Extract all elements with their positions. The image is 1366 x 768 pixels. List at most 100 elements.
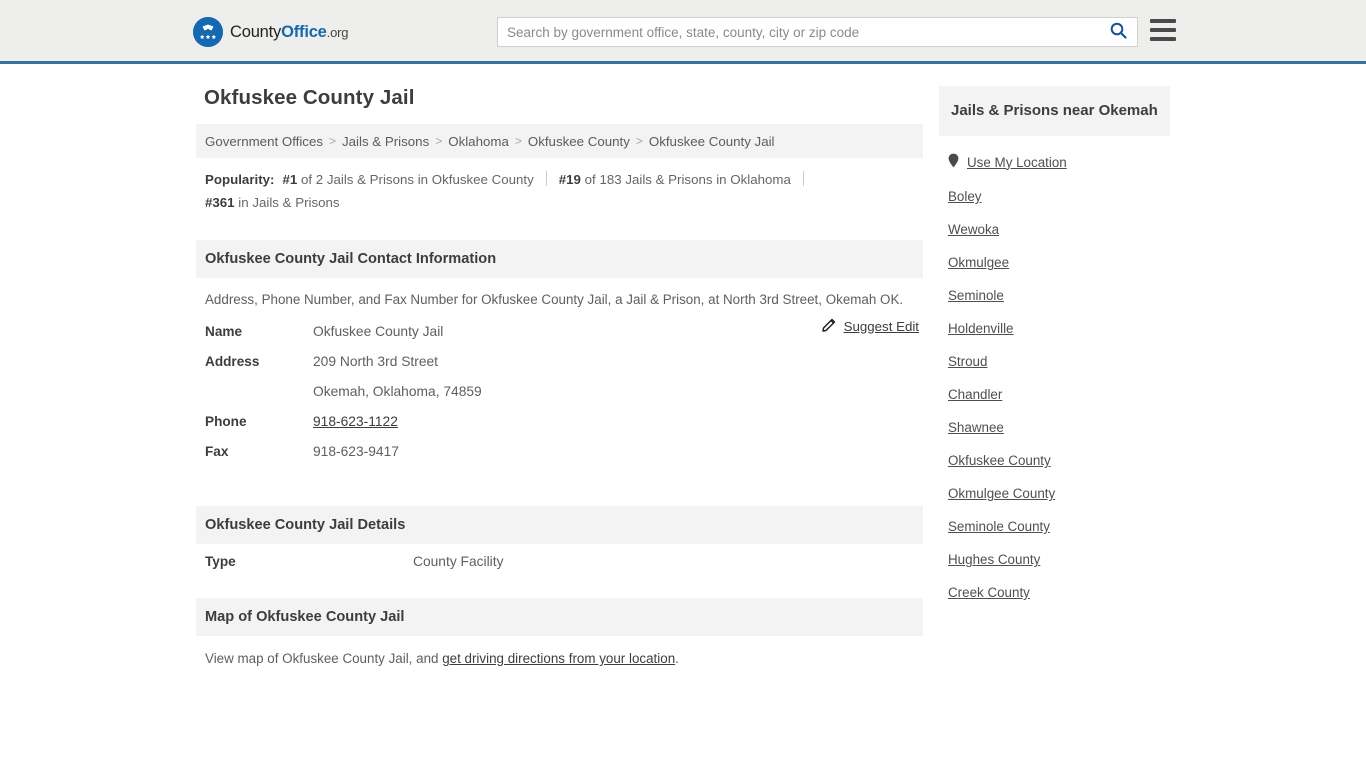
popularity-bar: Popularity: #1 of 2 Jails & Prisons in Ok… bbox=[196, 158, 923, 222]
site-logo[interactable]: CountyOffice.org bbox=[193, 17, 348, 47]
popularity-rank-1: #19 bbox=[558, 172, 581, 187]
details-row-label: Type bbox=[205, 554, 236, 569]
edit-pencil-icon bbox=[821, 317, 837, 335]
popularity-item-2: #361 in Jails & Prisons bbox=[205, 195, 340, 210]
sidebar-item-label[interactable]: Creek County bbox=[948, 585, 1030, 600]
contact-row-value: 918-623-1122 bbox=[313, 414, 398, 429]
map-note-prefix: View map of Okfuskee County Jail, and bbox=[205, 651, 443, 666]
popularity-text-0: of 2 Jails & Prisons in Okfuskee County bbox=[300, 172, 534, 187]
site-header: CountyOffice.org bbox=[0, 0, 1366, 64]
contact-row-value: 918-623-9417 bbox=[313, 444, 399, 459]
sidebar-item-label[interactable]: Boley bbox=[948, 189, 982, 204]
map-note-suffix: . bbox=[675, 651, 679, 666]
map-section-note: View map of Okfuskee County Jail, and ge… bbox=[196, 636, 923, 666]
suggest-edit-control[interactable]: Suggest Edit bbox=[821, 317, 919, 335]
popularity-item-0: #1 of 2 Jails & Prisons in Okfuskee Coun… bbox=[282, 172, 533, 187]
sidebar-item-creek-county[interactable]: Creek County bbox=[939, 576, 1170, 609]
breadcrumb-item-2[interactable]: Oklahoma bbox=[448, 134, 509, 149]
sidebar-item-hughes-county[interactable]: Hughes County bbox=[939, 543, 1170, 576]
sidebar-item-holdenville[interactable]: Holdenville bbox=[939, 312, 1170, 345]
sidebar-item-label[interactable]: Use My Location bbox=[967, 155, 1067, 170]
sidebar-item-wewoka[interactable]: Wewoka bbox=[939, 213, 1170, 246]
menu-bar-2 bbox=[1150, 28, 1176, 32]
main-content: Okfuskee County Jail Government Offices … bbox=[196, 86, 923, 666]
logo-text-county: County bbox=[230, 22, 282, 41]
sidebar-item-okmulgee[interactable]: Okmulgee bbox=[939, 246, 1170, 279]
sidebar-item-shawnee[interactable]: Shawnee bbox=[939, 411, 1170, 444]
breadcrumb-item-1[interactable]: Jails & Prisons bbox=[342, 134, 429, 149]
sidebar: Jails & Prisons near Okemah Use My Locat… bbox=[939, 86, 1170, 609]
popularity-text-1: of 183 Jails & Prisons in Oklahoma bbox=[584, 172, 791, 187]
sidebar-item-label[interactable]: Shawnee bbox=[948, 420, 1004, 435]
sidebar-item-label[interactable]: Stroud bbox=[948, 354, 987, 369]
hamburger-menu-icon[interactable] bbox=[1150, 19, 1176, 41]
popularity-text-2: in Jails & Prisons bbox=[238, 195, 340, 210]
sidebar-item-label[interactable]: Okfuskee County bbox=[948, 453, 1051, 468]
search-button[interactable] bbox=[1099, 18, 1137, 46]
contact-section-heading: Okfuskee County Jail Contact Information bbox=[196, 240, 923, 278]
popularity-item-1: #19 of 183 Jails & Prisons in Oklahoma bbox=[559, 172, 791, 187]
sidebar-item-label[interactable]: Okmulgee County bbox=[948, 486, 1055, 501]
contact-row-address-line2: Okemah, Oklahoma, 74859 bbox=[196, 384, 923, 414]
sidebar-item-label[interactable]: Chandler bbox=[948, 387, 1002, 402]
sidebar-item-label[interactable]: Seminole County bbox=[948, 519, 1050, 534]
sidebar-item-okfuskee-county[interactable]: Okfuskee County bbox=[939, 444, 1170, 477]
driving-directions-link[interactable]: get driving directions from your locatio… bbox=[442, 651, 675, 666]
sidebar-item-label[interactable]: Okmulgee bbox=[948, 255, 1009, 270]
sidebar-item-okmulgee-county[interactable]: Okmulgee County bbox=[939, 477, 1170, 510]
details-row-type: Type County Facility bbox=[196, 554, 923, 584]
search-icon bbox=[1110, 22, 1127, 42]
popularity-label: Popularity: bbox=[205, 172, 275, 187]
breadcrumb: Government Offices > Jails & Prisons > O… bbox=[196, 124, 923, 158]
sidebar-item-stroud[interactable]: Stroud bbox=[939, 345, 1170, 378]
sidebar-item-chandler[interactable]: Chandler bbox=[939, 378, 1170, 411]
contact-section-description: Address, Phone Number, and Fax Number fo… bbox=[205, 292, 904, 307]
popularity-divider bbox=[802, 171, 804, 186]
contact-row-label: Name bbox=[205, 324, 243, 339]
page-title: Okfuskee County Jail bbox=[204, 86, 415, 109]
logo-text-office: Office bbox=[281, 22, 327, 41]
search-input[interactable] bbox=[498, 18, 1099, 46]
breadcrumb-item-0[interactable]: Government Offices bbox=[205, 134, 323, 149]
menu-bar-1 bbox=[1150, 19, 1176, 23]
sidebar-item-seminole[interactable]: Seminole bbox=[939, 279, 1170, 312]
sidebar-heading: Jails & Prisons near Okemah bbox=[939, 86, 1170, 136]
sidebar-item-boley[interactable]: Boley bbox=[939, 180, 1170, 213]
breadcrumb-separator: > bbox=[329, 134, 337, 148]
details-row-value: County Facility bbox=[413, 554, 504, 569]
sidebar-item-label[interactable]: Hughes County bbox=[948, 552, 1040, 567]
search-bar[interactable] bbox=[497, 17, 1138, 47]
suggest-edit-link[interactable]: Suggest Edit bbox=[844, 319, 919, 334]
contact-row-value: Okfuskee County Jail bbox=[313, 324, 444, 339]
contact-row-fax: Fax 918-623-9417 bbox=[196, 444, 923, 474]
contact-row-label: Phone bbox=[205, 414, 247, 429]
popularity-rank-2: #361 bbox=[205, 195, 235, 210]
map-section-heading: Map of Okfuskee County Jail bbox=[196, 598, 923, 636]
site-logo-text: CountyOffice.org bbox=[230, 23, 348, 42]
breadcrumb-item-3[interactable]: Okfuskee County bbox=[528, 134, 630, 149]
popularity-rank-0: #1 bbox=[282, 172, 298, 187]
logo-text-org: .org bbox=[326, 24, 349, 40]
sidebar-item-seminole-county[interactable]: Seminole County bbox=[939, 510, 1170, 543]
map-pin-icon bbox=[948, 153, 959, 171]
contact-row-label: Fax bbox=[205, 444, 229, 459]
sidebar-item-use-my-location[interactable]: Use My Location bbox=[939, 144, 1170, 180]
details-detail-table: Type County Facility bbox=[196, 544, 923, 584]
phone-link[interactable]: 918-623-1122 bbox=[313, 414, 398, 429]
contact-row-phone: Phone 918-623-1122 bbox=[196, 414, 923, 444]
sidebar-item-label[interactable]: Seminole bbox=[948, 288, 1004, 303]
sidebar-item-label[interactable]: Wewoka bbox=[948, 222, 999, 237]
contact-row-label: Address bbox=[205, 354, 260, 369]
details-section-heading: Okfuskee County Jail Details bbox=[196, 506, 923, 544]
contact-row-value: Okemah, Oklahoma, 74859 bbox=[313, 384, 482, 399]
breadcrumb-item-4[interactable]: Okfuskee County Jail bbox=[649, 134, 775, 149]
breadcrumb-separator: > bbox=[514, 134, 522, 148]
breadcrumb-separator: > bbox=[635, 134, 643, 148]
sidebar-item-label[interactable]: Holdenville bbox=[948, 321, 1014, 336]
popularity-divider bbox=[545, 171, 547, 186]
contact-row-address: Address 209 North 3rd Street bbox=[196, 354, 923, 384]
breadcrumb-separator: > bbox=[435, 134, 443, 148]
contact-detail-table: Suggest Edit Name Okfuskee County Jail A… bbox=[196, 314, 923, 474]
contact-row-value: 209 North 3rd Street bbox=[313, 354, 439, 369]
menu-bar-3 bbox=[1150, 37, 1176, 41]
